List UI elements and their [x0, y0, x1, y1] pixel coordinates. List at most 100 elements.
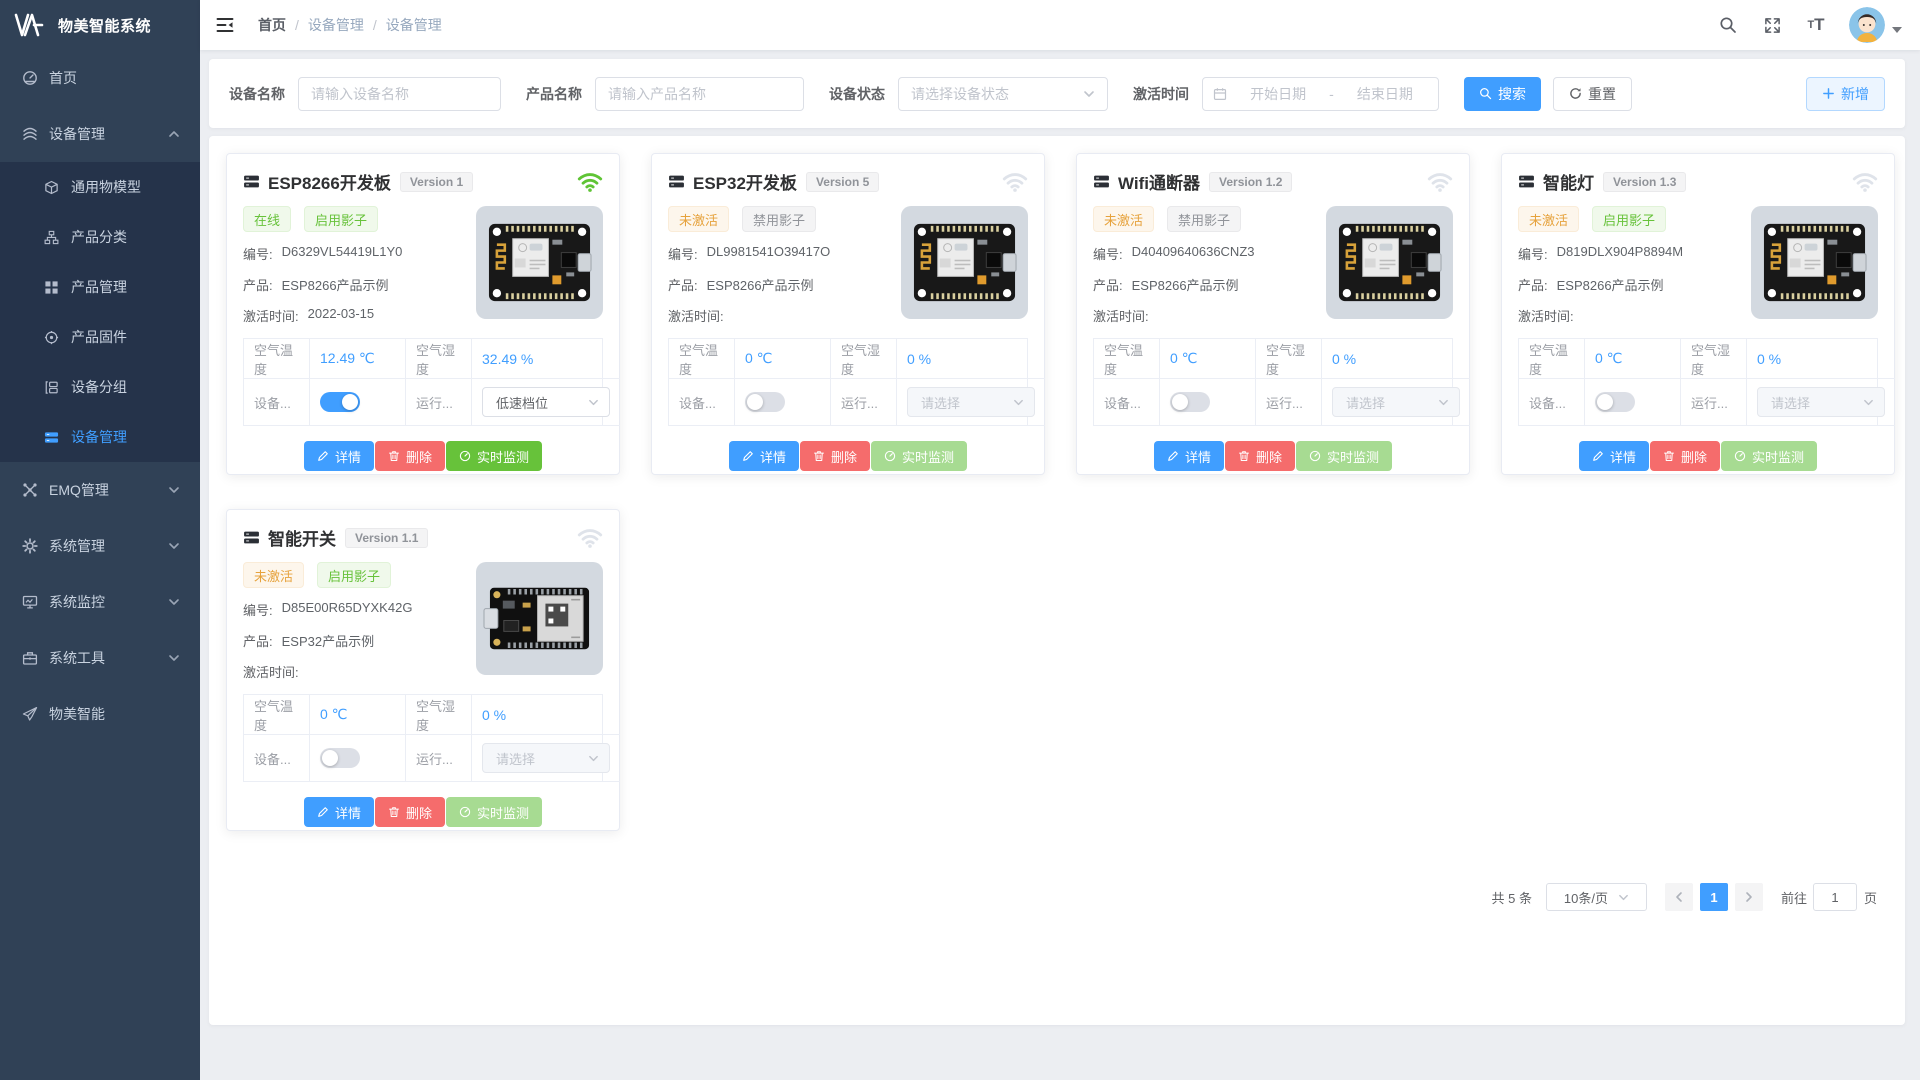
sn-value: DL9981541O39417O: [707, 244, 831, 263]
sidebar-item-system-monitor[interactable]: 系统监控: [0, 574, 200, 630]
page-unit-label: 页: [1864, 888, 1877, 907]
chevron-left-icon: [1673, 891, 1685, 903]
sidebar-fold-button[interactable]: [200, 0, 250, 50]
chevron-down-icon: [1013, 397, 1024, 408]
dashboard-icon: [22, 70, 38, 86]
search-icon: [1479, 87, 1492, 100]
device-photo: [476, 206, 603, 319]
chevron-down-icon: [588, 397, 599, 408]
sidebar-item-system-tools[interactable]: 系统工具: [0, 630, 200, 686]
device-switch-toggle[interactable]: [1170, 392, 1210, 412]
detail-button[interactable]: 详情: [729, 441, 799, 471]
page-size-select[interactable]: 10条/页: [1546, 883, 1647, 911]
trash-icon: [1663, 450, 1675, 462]
breadcrumb-separator: /: [373, 17, 377, 33]
esp8266-board-image: [1326, 207, 1453, 318]
delete-button[interactable]: 删除: [1650, 441, 1720, 471]
chevron-down-icon: [588, 753, 599, 764]
gauge-icon: [1734, 450, 1746, 462]
breadcrumb-home[interactable]: 首页: [258, 15, 286, 35]
mode-label: 运行...: [831, 379, 897, 426]
breadcrumb-device-mgmt[interactable]: 设备管理: [308, 15, 364, 35]
device-title: 智能灯: [1543, 169, 1594, 194]
activated-label: 激活时间:: [1093, 306, 1149, 325]
temp-label: 空气温度: [669, 339, 735, 379]
run-mode-select[interactable]: 请选择: [1757, 387, 1885, 417]
sidebar-item-product-firmware[interactable]: 产品固件: [0, 312, 200, 362]
fullscreen-button[interactable]: [1755, 5, 1789, 45]
edit-icon: [1592, 450, 1604, 462]
switch-label: 设备...: [669, 379, 735, 426]
monitor-button-disabled[interactable]: 实时监测: [1721, 441, 1817, 471]
device-name-input[interactable]: [298, 77, 501, 111]
sidebar-item-device-group[interactable]: 设备分组: [0, 362, 200, 412]
device-photo: [476, 562, 603, 675]
sidebar-item-wumei-smart[interactable]: 物美智能: [0, 686, 200, 742]
product-value: ESP8266产品示例: [1132, 275, 1239, 294]
start-date-placeholder: 开始日期: [1235, 84, 1321, 104]
user-menu[interactable]: [1849, 7, 1902, 43]
monitor-button-disabled[interactable]: 实时监测: [1296, 441, 1392, 471]
sidebar-item-device-manage-active[interactable]: 设备管理: [0, 412, 200, 462]
sidebar-item-emq[interactable]: EMQ管理: [0, 462, 200, 518]
delete-button[interactable]: 删除: [800, 441, 870, 471]
detail-button[interactable]: 详情: [1579, 441, 1649, 471]
chevron-down-icon: [1618, 892, 1629, 903]
monitor-button-disabled[interactable]: 实时监测: [446, 797, 542, 827]
mode-label: 运行...: [406, 379, 472, 426]
header-search-button[interactable]: [1711, 5, 1745, 45]
device-switch-toggle[interactable]: [1595, 392, 1635, 412]
delete-button[interactable]: 删除: [1225, 441, 1295, 471]
humidity-value: 32.49 %: [472, 339, 620, 379]
sidebar-item-label: 系统管理: [49, 536, 105, 556]
sn-label: 编号:: [1518, 244, 1548, 263]
product-label: 产品:: [1518, 275, 1548, 294]
run-mode-select[interactable]: 低速档位: [482, 387, 610, 417]
product-value: ESP8266产品示例: [1557, 275, 1664, 294]
trash-icon: [388, 806, 400, 818]
page-number-current[interactable]: 1: [1700, 883, 1728, 911]
sub-item-label: 产品分类: [71, 227, 127, 247]
goto-page-input[interactable]: [1813, 883, 1857, 911]
humidity-label: 空气湿度: [1256, 339, 1322, 379]
plus-icon: [1822, 87, 1835, 100]
metric-table: 空气温度 0 ℃ 空气湿度 0 % 设备... 运行... 请选择: [243, 694, 603, 782]
send-icon: [22, 706, 38, 722]
monitor-button-disabled[interactable]: 实时监测: [871, 441, 967, 471]
device-status-select[interactable]: 请选择设备状态: [898, 77, 1108, 111]
monitor-button[interactable]: 实时监测: [446, 441, 542, 471]
device-switch-toggle[interactable]: [745, 392, 785, 412]
sidebar-item-thing-model[interactable]: 通用物模型: [0, 162, 200, 212]
detail-button[interactable]: 详情: [304, 441, 374, 471]
temp-value: 12.49 ℃: [310, 339, 406, 379]
run-mode-select[interactable]: 请选择: [907, 387, 1035, 417]
delete-button[interactable]: 删除: [375, 441, 445, 471]
prev-page-button[interactable]: [1665, 883, 1693, 911]
reset-button[interactable]: 重置: [1553, 77, 1632, 111]
sidebar-item-label: EMQ管理: [49, 480, 109, 500]
status-badge: 未激活: [668, 206, 729, 232]
sidebar-item-product-category[interactable]: 产品分类: [0, 212, 200, 262]
next-page-button[interactable]: [1735, 883, 1763, 911]
device-switch-toggle[interactable]: [320, 392, 360, 412]
end-date-placeholder: 结束日期: [1342, 84, 1428, 104]
sidebar-item-system-mgmt[interactable]: 系统管理: [0, 518, 200, 574]
run-mode-select[interactable]: 请选择: [1332, 387, 1460, 417]
font-size-button[interactable]: TT: [1799, 5, 1833, 45]
delete-button[interactable]: 删除: [375, 797, 445, 827]
detail-button[interactable]: 详情: [1154, 441, 1224, 471]
add-device-button[interactable]: 新增: [1806, 77, 1885, 111]
gauge-icon: [459, 450, 471, 462]
product-name-input[interactable]: [595, 77, 804, 111]
run-mode-select[interactable]: 请选择: [482, 743, 610, 773]
sidebar-item-home[interactable]: 首页: [0, 50, 200, 106]
app-logo[interactable]: 物美智能系统: [0, 0, 200, 50]
detail-button[interactable]: 详情: [304, 797, 374, 827]
sidebar-item-product-mgmt[interactable]: 产品管理: [0, 262, 200, 312]
sidebar-item-device-mgmt[interactable]: 设备管理: [0, 106, 200, 162]
sitemap-icon: [44, 230, 59, 245]
switch-label: 设备...: [244, 379, 310, 426]
device-switch-toggle[interactable]: [320, 748, 360, 768]
date-range-picker[interactable]: 开始日期 - 结束日期: [1202, 77, 1439, 111]
search-button[interactable]: 搜索: [1464, 77, 1541, 111]
